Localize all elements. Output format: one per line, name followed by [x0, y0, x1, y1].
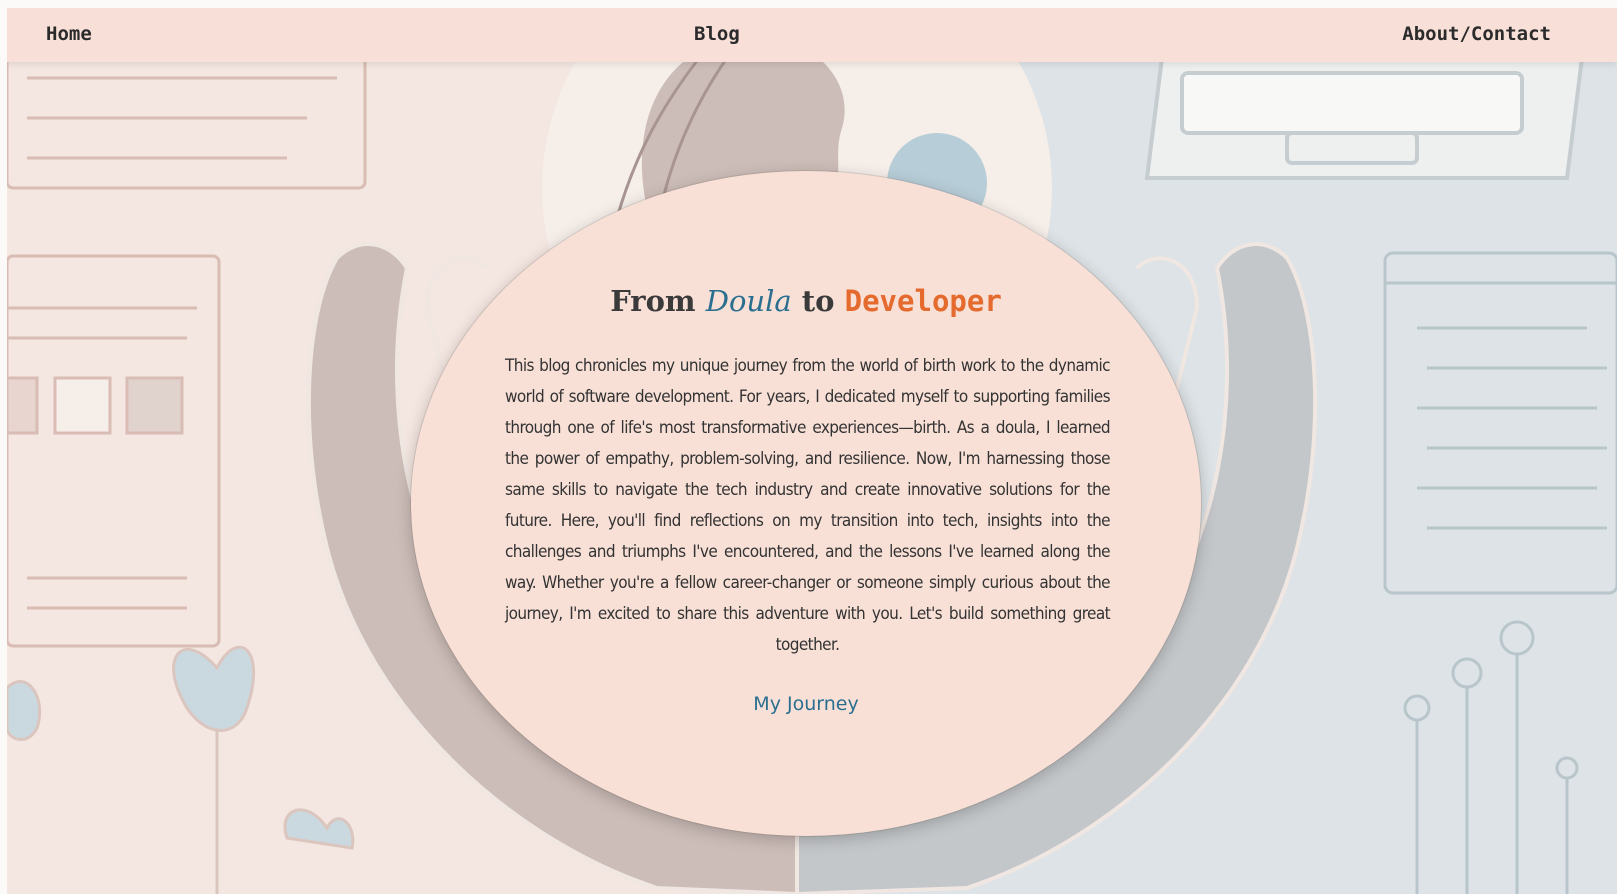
my-journey-link[interactable]: My Journey [411, 693, 1201, 715]
hero-title: From Doula to Developer [411, 284, 1201, 318]
nav-about-contact-link[interactable]: About/Contact [1402, 23, 1551, 45]
nav-home-link[interactable]: Home [46, 23, 92, 45]
title-developer: Developer [844, 284, 1002, 318]
hero-description: This blog chronicles my unique journey f… [505, 356, 1111, 655]
page-frame: Home Blog About/Contact From Doula to De… [7, 8, 1617, 894]
title-from: From [610, 284, 696, 318]
nav-blog-link[interactable]: Blog [694, 23, 740, 45]
top-navigation: Home Blog About/Contact [7, 8, 1617, 62]
title-doula: Doula [705, 284, 792, 318]
title-to: to [801, 284, 835, 318]
page-left-margin [0, 0, 7, 894]
hero-oval-card: From Doula to Developer This blog chroni… [411, 171, 1201, 836]
